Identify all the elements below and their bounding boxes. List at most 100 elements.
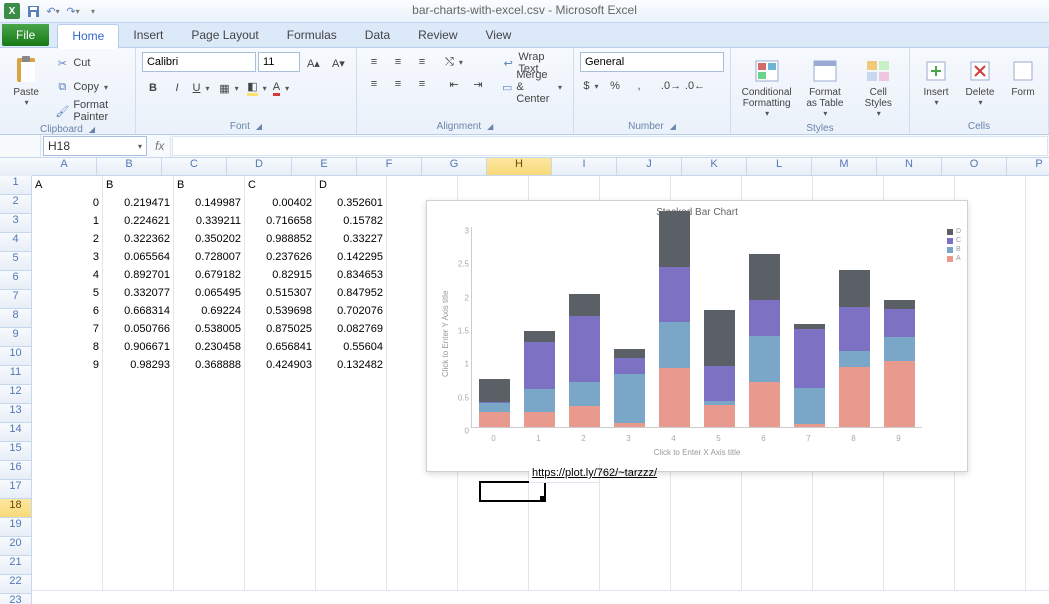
cell[interactable] — [955, 482, 1026, 501]
delete-cells-button[interactable]: Delete▾ — [960, 52, 1000, 110]
cell[interactable] — [1026, 338, 1049, 357]
cell[interactable] — [671, 554, 742, 573]
cell[interactable] — [1026, 536, 1049, 555]
cell[interactable] — [316, 518, 387, 537]
align-bottom-icon[interactable]: ≡ — [411, 52, 433, 72]
row-header[interactable]: 10 — [0, 347, 32, 366]
cell[interactable] — [1026, 374, 1049, 393]
cell[interactable] — [1026, 320, 1049, 339]
cell[interactable] — [955, 572, 1026, 591]
cell[interactable] — [316, 374, 387, 393]
cell[interactable] — [103, 374, 174, 393]
cell[interactable]: 0.834653 — [316, 266, 387, 285]
cell[interactable]: B — [103, 176, 174, 195]
cell[interactable]: 0.224621 — [103, 212, 174, 231]
column-header[interactable]: I — [552, 158, 617, 176]
comma-format-icon[interactable]: , — [628, 76, 650, 96]
cell[interactable] — [458, 572, 529, 591]
row-header[interactable]: 21 — [0, 556, 32, 575]
qat-customize-icon[interactable]: ▾ — [84, 2, 102, 20]
font-name-select[interactable] — [142, 52, 256, 72]
cell[interactable] — [1026, 212, 1049, 231]
column-header[interactable]: M — [812, 158, 877, 176]
row-header[interactable]: 13 — [0, 404, 32, 423]
cell[interactable] — [316, 392, 387, 411]
row-header[interactable]: 9 — [0, 328, 32, 347]
cell[interactable] — [813, 536, 884, 555]
cell[interactable]: 0.892701 — [103, 266, 174, 285]
column-header[interactable]: G — [422, 158, 487, 176]
cell[interactable] — [174, 518, 245, 537]
cell[interactable] — [813, 176, 884, 195]
cell[interactable] — [742, 554, 813, 573]
cell[interactable] — [103, 554, 174, 573]
increase-indent-icon[interactable]: ⇥ — [467, 74, 489, 94]
tab-review[interactable]: Review — [404, 24, 471, 46]
align-right-icon[interactable]: ≡ — [411, 74, 433, 94]
cell[interactable] — [671, 176, 742, 195]
row-header[interactable]: 16 — [0, 461, 32, 480]
paste-button[interactable]: Paste ▾ — [6, 52, 46, 110]
cell[interactable] — [813, 482, 884, 501]
cell[interactable]: 0.98293 — [103, 356, 174, 375]
clipboard-dialog-launcher-icon[interactable]: ◢ — [89, 125, 95, 134]
cell[interactable] — [387, 482, 458, 501]
row-header[interactable]: 18 — [0, 499, 32, 518]
tab-data[interactable]: Data — [351, 24, 404, 46]
cell[interactable] — [387, 176, 458, 195]
save-icon[interactable] — [24, 2, 42, 20]
number-format-select[interactable] — [580, 52, 724, 72]
font-size-select[interactable] — [258, 52, 300, 72]
column-header[interactable]: N — [877, 158, 942, 176]
decrease-font-icon[interactable]: A▾ — [327, 52, 350, 74]
increase-decimal-icon[interactable]: .0→ — [660, 76, 682, 96]
cell[interactable] — [529, 518, 600, 537]
row-header[interactable]: 12 — [0, 385, 32, 404]
cell[interactable] — [316, 446, 387, 465]
alignment-dialog-launcher-icon[interactable]: ◢ — [487, 122, 493, 131]
cell[interactable] — [174, 464, 245, 483]
cell[interactable]: 0.82915 — [245, 266, 316, 285]
cell[interactable] — [600, 176, 671, 195]
cell[interactable] — [32, 554, 103, 573]
cell[interactable] — [600, 518, 671, 537]
cell[interactable] — [387, 554, 458, 573]
orientation-icon[interactable]: ⤭▾ — [443, 52, 465, 72]
cell[interactable] — [245, 410, 316, 429]
cell[interactable] — [174, 500, 245, 519]
cell[interactable]: 0.679182 — [174, 266, 245, 285]
cell[interactable] — [884, 500, 955, 519]
row-header[interactable]: 3 — [0, 214, 32, 233]
cell[interactable]: 0.875025 — [245, 320, 316, 339]
cell[interactable] — [671, 500, 742, 519]
cell[interactable]: C — [245, 176, 316, 195]
cell[interactable] — [813, 554, 884, 573]
tab-formulas[interactable]: Formulas — [273, 24, 351, 46]
cell[interactable]: 0.050766 — [103, 320, 174, 339]
cell[interactable]: D — [316, 176, 387, 195]
cell[interactable] — [245, 446, 316, 465]
undo-icon[interactable]: ↶▾ — [44, 2, 62, 20]
cell[interactable] — [32, 410, 103, 429]
cell[interactable]: 1 — [32, 212, 103, 231]
cell[interactable] — [884, 554, 955, 573]
align-center-icon[interactable]: ≡ — [387, 74, 409, 94]
cell[interactable] — [103, 428, 174, 447]
cell[interactable]: 0.082769 — [316, 320, 387, 339]
cell[interactable]: 0.230458 — [174, 338, 245, 357]
cell[interactable] — [174, 536, 245, 555]
cell[interactable] — [32, 374, 103, 393]
cell[interactable]: 0.065495 — [174, 284, 245, 303]
cell[interactable] — [600, 536, 671, 555]
align-left-icon[interactable]: ≡ — [363, 74, 385, 94]
cell[interactable]: 0.237626 — [245, 248, 316, 267]
cell[interactable] — [32, 518, 103, 537]
cell[interactable] — [600, 500, 671, 519]
select-all-button[interactable] — [0, 158, 33, 177]
format-as-table-button[interactable]: Format as Table▾ — [800, 52, 849, 121]
cell[interactable] — [1026, 248, 1049, 267]
cell[interactable] — [884, 518, 955, 537]
cell[interactable] — [316, 428, 387, 447]
cell[interactable]: 0.149987 — [174, 194, 245, 213]
cell[interactable]: B — [174, 176, 245, 195]
